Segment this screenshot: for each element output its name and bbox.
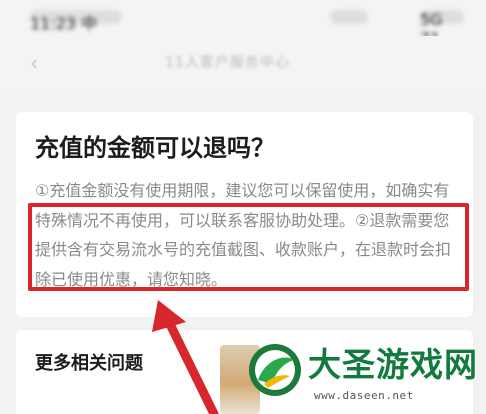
daseen-logo-icon <box>249 344 301 396</box>
watermark-url: www.daseen.net <box>314 389 414 402</box>
watermark: 大圣游戏网 www.daseen.net <box>246 340 486 414</box>
watermark-name: 大圣游戏网 <box>308 345 478 384</box>
